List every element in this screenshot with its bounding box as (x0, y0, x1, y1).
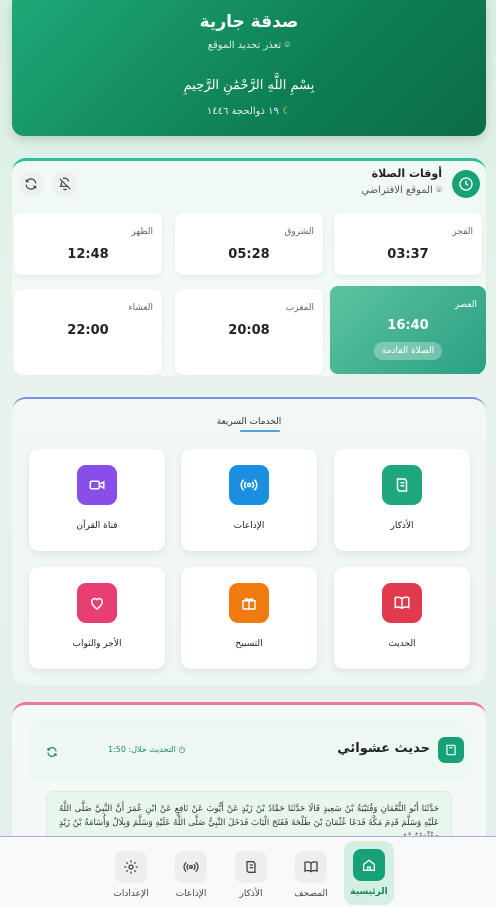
hadith-title: حديث عشوائي (337, 741, 430, 756)
prayer-tile-dhuhr: الظهر 12:48 (14, 213, 162, 275)
prayer-location-text: الموقع الافتراضي (361, 185, 433, 196)
nav-label: الأذكار (239, 889, 263, 899)
prayer-location: ⌾ الموقع الافتراضي (361, 185, 442, 196)
service-label: الأذكار (390, 521, 414, 531)
service-label: الأجر والثواب (72, 639, 122, 649)
moon-icon: ☾ (282, 106, 292, 117)
app-header: صدقة جارية ⌾ تعذر تحديد الموقع بِسْمِ ال… (12, 0, 486, 136)
location-status-text: تعذر تحديد الموقع (207, 40, 282, 51)
prayer-name: العشاء (128, 303, 153, 313)
hadith-header: حديث عشوائي ◷ التحديث خلال: 1:50 (28, 721, 470, 781)
service-reward[interactable]: الأجر والثواب (29, 567, 165, 669)
service-label: الحديث (388, 639, 416, 649)
nav-settings[interactable]: الإعدادات (106, 847, 156, 905)
prayer-tile-isha: العشاء 22:00 (14, 289, 162, 375)
next-prayer-badge: الصلاة القادمة (373, 342, 443, 360)
service-label: التسبيح (235, 639, 263, 649)
clock-icon (452, 170, 480, 198)
refresh-prayer-button[interactable] (18, 171, 44, 197)
nav-label: الرئيسية (350, 887, 388, 897)
prayer-name: العصر (454, 300, 477, 310)
mute-notifications-button[interactable] (52, 171, 78, 197)
hijri-date-text: ١٩ ذوالحجة ١٤٤٦ (206, 106, 279, 117)
book-icon (295, 851, 327, 883)
location-status: ⌾ تعذر تحديد الموقع (12, 40, 486, 51)
prayer-tile-maghrib: المغرب 20:08 (175, 289, 323, 375)
service-hadith[interactable]: الحديث (334, 567, 470, 669)
bottom-navigation: الرئيسية المصحف الأذكار الإذاعات الإعداد… (0, 836, 496, 907)
title-underline (240, 430, 280, 432)
hadith-update-timer: ◷ التحديث خلال: 1:50 (108, 745, 185, 754)
nav-label: المصحف (294, 889, 328, 899)
hijri-date: ☾ ١٩ ذوالحجة ١٤٤٦ (12, 106, 486, 117)
heart-icon (77, 583, 117, 623)
nav-label: الإعدادات (113, 889, 149, 899)
gift-icon (229, 583, 269, 623)
nav-home[interactable]: الرئيسية (344, 841, 394, 905)
gear-icon (115, 851, 147, 883)
prayer-time: 20:08 (228, 323, 270, 338)
nav-label: الإذاعات (175, 889, 207, 899)
video-icon (77, 465, 117, 505)
prayer-tile-fajr: الفجر 03:37 (334, 213, 482, 275)
nav-adhkar[interactable]: الأذكار (226, 847, 276, 905)
service-tasbih[interactable]: التسبيح (181, 567, 317, 669)
clock-icon: ◷ (178, 745, 186, 754)
basmala: بِسْمِ اللَّهِ الرَّحْمَٰنِ الرَّحِيمِ (183, 78, 315, 93)
book-icon (438, 737, 464, 763)
prayer-time: 16:40 (387, 318, 429, 333)
prayer-time: 03:37 (387, 247, 429, 262)
adhkar-icon (235, 851, 267, 883)
service-radio[interactable]: الإذاعات (181, 449, 317, 551)
random-hadith-card: حديث عشوائي ◷ التحديث خلال: 1:50 حَدَّثَ… (12, 702, 486, 852)
nav-mushaf[interactable]: المصحف (286, 847, 336, 905)
refresh-hadith-button[interactable] (46, 743, 58, 762)
radio-icon (229, 465, 269, 505)
hadith-update-text: التحديث خلال: 1:50 (108, 745, 176, 754)
service-quran-channel[interactable]: قناة القرآن (29, 449, 165, 551)
prayer-name: الظهر (131, 227, 153, 237)
quick-services-title: الخدمات السريعة (216, 417, 282, 427)
pin-icon: ⌾ (436, 185, 442, 196)
prayer-tile-sunrise: الشروق 05:28 (175, 213, 323, 275)
bell-off-icon (59, 177, 71, 191)
prayer-time: 22:00 (67, 323, 109, 338)
service-adhkar[interactable]: الأذكار (334, 449, 470, 551)
prayer-time: 05:28 (228, 247, 270, 262)
refresh-icon (25, 178, 37, 190)
quick-services-section: الخدمات السريعة الأذكار الإذاعات قناة ال… (12, 397, 486, 685)
service-label: قناة القرآن (76, 521, 118, 531)
pin-icon: ⌾ (284, 40, 291, 51)
adhkar-icon (382, 465, 422, 505)
prayer-name: الشروق (284, 227, 314, 237)
service-label: الإذاعات (233, 521, 265, 531)
book-icon (382, 583, 422, 623)
prayer-name: الفجر (452, 227, 473, 237)
prayer-name: المغرب (285, 303, 314, 313)
home-icon (353, 849, 385, 881)
nav-radio[interactable]: الإذاعات (166, 847, 216, 905)
prayer-tile-asr: العصر 16:40 الصلاة القادمة (330, 286, 486, 374)
prayer-times-title: أوقات الصلاة (371, 167, 442, 180)
prayer-times-card: أوقات الصلاة ⌾ الموقع الافتراضي الفجر 03… (12, 158, 486, 376)
refresh-icon (47, 747, 57, 757)
radio-icon (175, 851, 207, 883)
prayer-time: 12:48 (67, 247, 109, 262)
app-title: صدقة جارية (199, 12, 299, 32)
